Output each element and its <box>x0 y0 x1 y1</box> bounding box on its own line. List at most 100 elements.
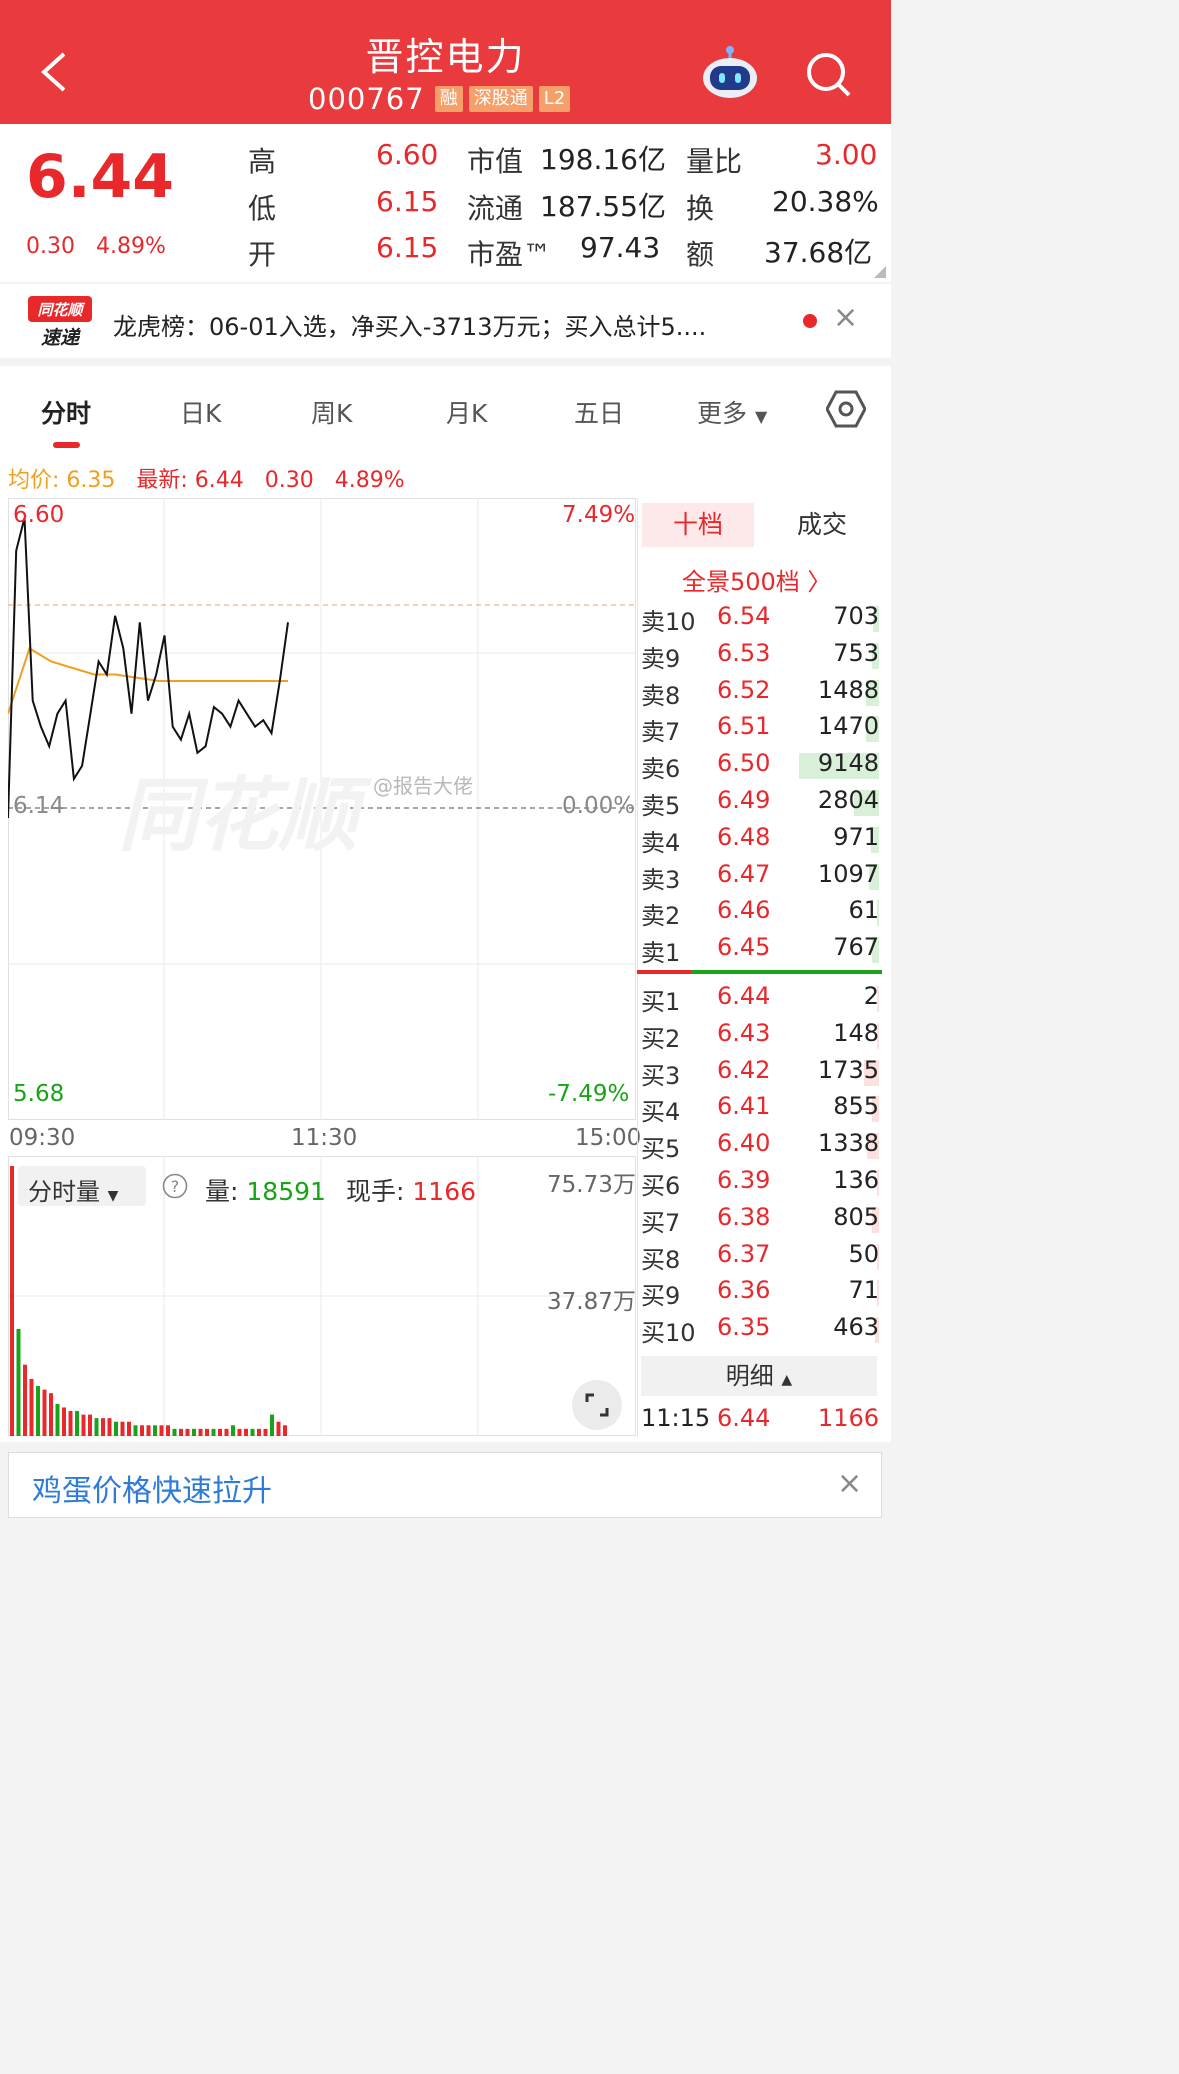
bid-level: 买9 <box>641 1282 681 1311</box>
vol-top-label: 75.73万 <box>547 1172 636 1198</box>
bid-row[interactable]: 买5 6.40 1338 <box>641 1129 879 1165</box>
bid-row[interactable]: 买2 6.43 148 <box>641 1019 879 1055</box>
bid-volume: 136 <box>833 1166 879 1194</box>
volume-bar <box>153 1425 157 1436</box>
settings-hexagon-icon[interactable] <box>826 389 866 429</box>
volume-bar <box>101 1418 105 1436</box>
ask-row[interactable]: 卖7 6.51 1470 <box>641 712 879 748</box>
volume-label: 量: <box>205 1177 239 1206</box>
ask-price: 6.54 <box>717 602 771 630</box>
ask-volume: 61 <box>848 896 879 925</box>
turnover-value: 20.38% <box>772 185 879 218</box>
volume-bar <box>29 1378 34 1436</box>
ask-row[interactable]: 卖6 6.50 9148 <box>641 749 879 785</box>
y-top-pct: 7.49% <box>562 502 636 528</box>
high-label: 高 <box>248 145 277 178</box>
bid-volume: 855 <box>833 1092 879 1121</box>
ask-row[interactable]: 卖3 6.47 1097 <box>641 860 879 896</box>
volume-selector[interactable]: 分时量 ▼ <box>18 1166 146 1206</box>
float-value: 187.55亿 <box>540 190 666 223</box>
ask-level: 卖1 <box>641 939 681 968</box>
volume-bar <box>55 1403 60 1436</box>
svg-text:速递: 速递 <box>41 327 81 349</box>
bid-row[interactable]: 买7 6.38 805 <box>641 1203 879 1239</box>
volume-bar <box>179 1428 183 1436</box>
search-icon[interactable] <box>804 50 852 98</box>
svg-text:同花顺: 同花顺 <box>37 301 85 319</box>
expand-corner-icon[interactable] <box>874 266 886 278</box>
tab-deals-label: 成交 <box>796 510 847 539</box>
bid-row[interactable]: 买3 6.42 1735 <box>641 1056 879 1092</box>
tab-daily-k[interactable]: 日K <box>180 394 221 430</box>
promo-text[interactable]: 鸡蛋价格快速拉升 <box>32 1466 272 1510</box>
latest-change: 0.30 <box>264 468 314 493</box>
bid-row[interactable]: 买4 6.41 855 <box>641 1092 879 1128</box>
bid-row[interactable]: 买8 6.37 50 <box>641 1240 879 1276</box>
ask-price: 6.46 <box>717 896 771 925</box>
bid-level: 买10 <box>641 1319 696 1348</box>
ask-row[interactable]: 卖8 6.52 1488 <box>641 676 879 712</box>
ask-price: 6.49 <box>717 786 771 814</box>
x-time-noon: 11:30 <box>291 1125 358 1151</box>
volume-bar <box>75 1411 79 1436</box>
svg-text:?: ? <box>171 1177 180 1196</box>
volume-bar <box>257 1428 261 1436</box>
volume-bar <box>88 1414 92 1436</box>
full-depth-link[interactable]: 全景500档 〉 <box>682 562 831 597</box>
volume-bar <box>81 1414 86 1436</box>
pe-value: 97.43 <box>580 231 661 264</box>
y-top-price: 6.60 <box>13 502 65 528</box>
high-value: 6.60 <box>376 138 439 171</box>
tab-ten-level-label: 十档 <box>672 510 723 539</box>
volume-bar <box>270 1414 274 1436</box>
avg-price-label: 均价: 6.35 <box>8 468 116 493</box>
volume-bar <box>133 1425 138 1436</box>
volume-bar <box>244 1428 248 1436</box>
tab-ten-level[interactable]: 十档 <box>642 503 754 547</box>
intraday-price-chart[interactable]: 同花顺 @报告大佬 <box>8 498 636 1120</box>
volume-ratio-label: 量比 <box>686 145 743 178</box>
volume-bar <box>146 1425 151 1436</box>
robot-assistant-icon[interactable] <box>700 44 760 100</box>
open-value: 6.15 <box>376 231 439 264</box>
detail-header[interactable]: 明细 ▲ <box>641 1356 877 1396</box>
volume-bar <box>23 1364 27 1436</box>
bid-row[interactable]: 买9 6.36 71 <box>641 1276 879 1312</box>
fullscreen-icon[interactable] <box>571 1379 623 1431</box>
close-icon[interactable]: × <box>833 300 858 335</box>
tab-weekly-k[interactable]: 周K <box>311 394 352 430</box>
low-value: 6.15 <box>376 185 439 218</box>
bid-volume: 463 <box>833 1313 879 1342</box>
ask-row[interactable]: 卖5 6.49 2804 <box>641 786 879 822</box>
volume-bar <box>283 1425 287 1436</box>
x-time-open: 09:30 <box>9 1125 76 1151</box>
tab-monthly-k[interactable]: 月K <box>446 394 487 430</box>
bid-row[interactable]: 买1 6.44 2 <box>641 982 879 1018</box>
ask-level: 卖6 <box>641 755 681 784</box>
y-mid-price: 6.14 <box>13 793 65 819</box>
close-icon[interactable]: × <box>837 1466 862 1501</box>
bid-row[interactable]: 买6 6.39 136 <box>641 1166 879 1202</box>
tab-intraday[interactable]: 分时 <box>41 394 91 430</box>
level2-tag: L2 <box>538 86 571 112</box>
ask-row[interactable]: 卖1 6.45 767 <box>641 933 879 969</box>
bid-level: 买6 <box>641 1172 681 1200</box>
margin-tag: 融 <box>434 86 463 112</box>
ask-row[interactable]: 卖10 6.54 703 <box>641 602 879 638</box>
caret-up-icon: ▲ <box>781 1372 793 1388</box>
volume-bar <box>211 1428 216 1436</box>
news-headline[interactable]: 龙虎榜：06-01入选，净买入-3713万元；买入总计5.... <box>113 307 706 342</box>
tab-more[interactable]: 更多 ▼ <box>697 394 767 430</box>
bid-row[interactable]: 买10 6.35 463 <box>641 1313 879 1349</box>
chart-watermark: 同花顺 <box>118 769 372 862</box>
help-icon[interactable]: ? <box>162 1173 188 1199</box>
vol-mid-label: 37.87万 <box>547 1289 636 1315</box>
ask-row[interactable]: 卖2 6.46 61 <box>641 896 879 932</box>
ask-volume: 971 <box>833 822 879 851</box>
ask-row[interactable]: 卖9 6.53 753 <box>641 639 879 675</box>
ask-row[interactable]: 卖4 6.48 971 <box>641 823 879 859</box>
tab-deals[interactable]: 成交 <box>772 503 872 547</box>
bid-price: 6.37 <box>717 1239 771 1268</box>
volume-bar <box>94 1418 99 1436</box>
tab-five-day[interactable]: 五日 <box>574 394 624 430</box>
